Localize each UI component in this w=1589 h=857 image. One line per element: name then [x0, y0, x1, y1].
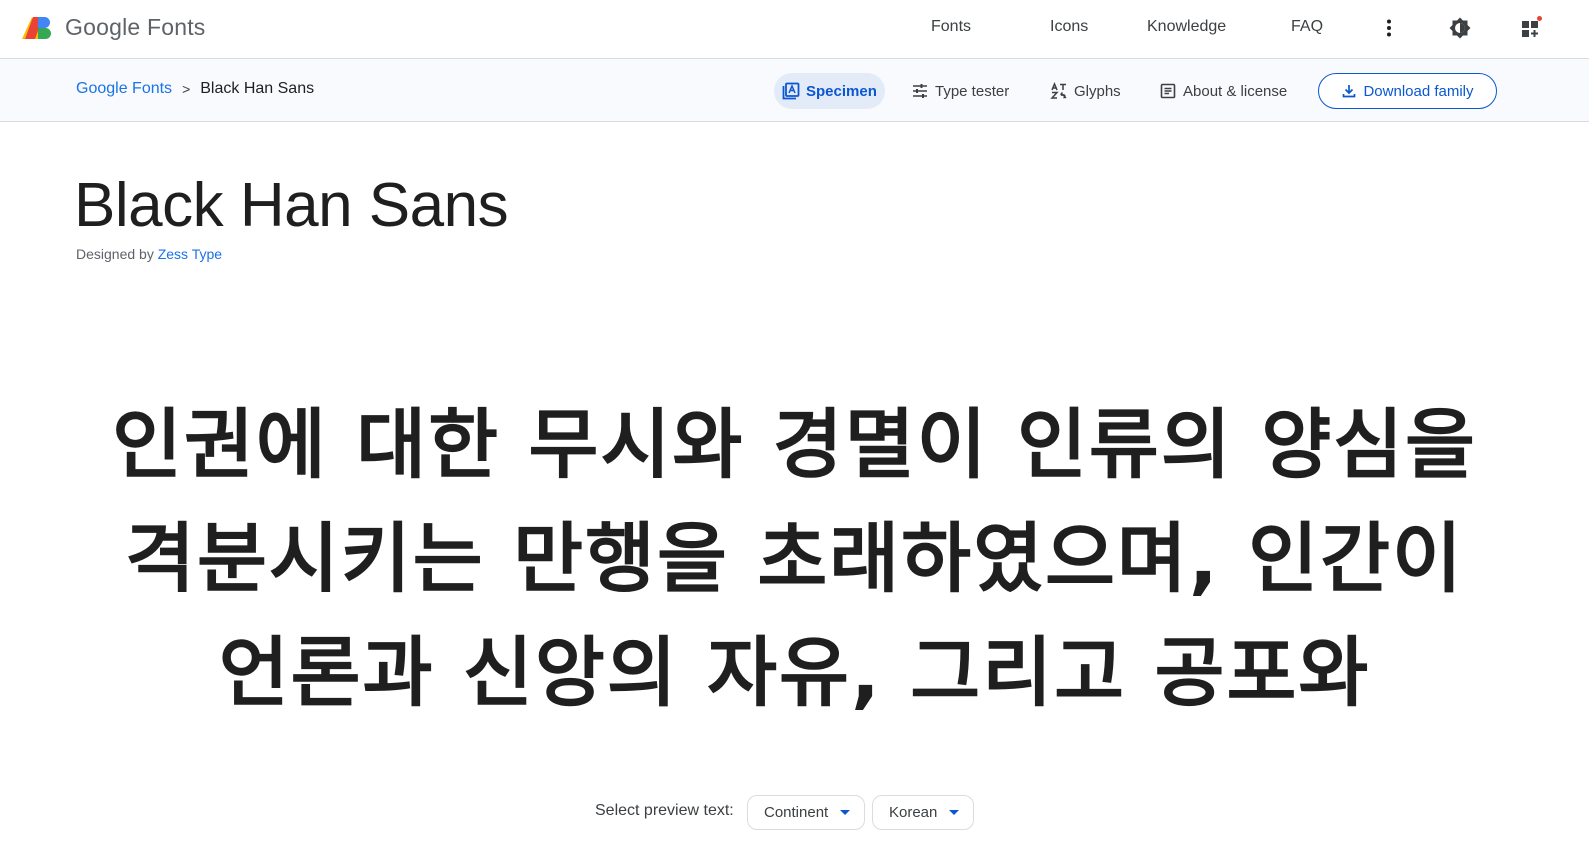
tab-about-license[interactable]: About & license: [1151, 73, 1295, 109]
continent-dropdown-value: Continent: [764, 804, 829, 821]
breadcrumb-current: Black Han Sans: [200, 80, 315, 97]
more-vert-icon[interactable]: [1377, 16, 1401, 40]
specimen-preview-text: 인권에 대한 무시와 경멸이 인류의 양심을 격분시키는 만행을 초래하였으며,…: [112, 400, 1477, 717]
designer-link[interactable]: Zess Type: [158, 246, 222, 262]
tab-type-tester[interactable]: Type tester: [903, 73, 1017, 109]
google-fonts-logo[interactable]: Google Fonts: [22, 14, 205, 41]
breadcrumb-separator: >: [182, 81, 191, 97]
download-family-button[interactable]: Download family: [1318, 73, 1497, 109]
top-app-bar: Google Fonts Fonts Icons Knowledge FAQ: [0, 0, 1589, 59]
apps-grid-icon[interactable]: [1519, 16, 1543, 40]
tune-icon: [913, 84, 927, 98]
glyphs-icon: [1050, 82, 1067, 99]
logo-text: Google Fonts: [65, 14, 206, 40]
continent-dropdown[interactable]: Continent: [747, 795, 866, 830]
font-title: Black Han Sans: [74, 171, 509, 240]
caret-down-icon: [840, 810, 851, 815]
tab-specimen-label: Specimen: [806, 82, 877, 100]
tab-about-license-label: About & license: [1183, 82, 1288, 100]
nav-faq[interactable]: FAQ: [1291, 18, 1323, 36]
font-sub-nav: Google Fonts > Black Han Sans Specimen T…: [0, 59, 1589, 122]
nav-icons[interactable]: Icons: [1050, 18, 1088, 36]
breadcrumb-root-link[interactable]: Google Fonts: [76, 80, 172, 98]
nav-knowledge[interactable]: Knowledge: [1147, 18, 1226, 36]
tab-glyphs[interactable]: Glyphs: [1042, 73, 1129, 109]
designer-line: Designed by Zess Type: [76, 246, 222, 262]
download-family-label: Download family: [1363, 82, 1474, 100]
caret-down-icon: [949, 810, 960, 815]
google-fonts-logo-icon: [22, 15, 53, 41]
nav-fonts[interactable]: Fonts: [931, 18, 971, 36]
theme-toggle-icon[interactable]: [1448, 16, 1472, 40]
tab-glyphs-label: Glyphs: [1074, 82, 1121, 100]
language-dropdown[interactable]: Korean: [872, 795, 975, 830]
specimen-icon: [782, 82, 800, 100]
article-icon: [1160, 83, 1176, 99]
download-icon: [1343, 85, 1356, 98]
language-dropdown-value: Korean: [889, 804, 938, 821]
breadcrumb: Google Fonts > Black Han Sans: [76, 80, 314, 98]
tab-type-tester-label: Type tester: [935, 82, 1010, 100]
select-preview-label: Select preview text:: [595, 802, 734, 819]
tab-specimen[interactable]: Specimen: [774, 73, 885, 109]
designed-by-prefix: Designed by: [76, 246, 154, 262]
